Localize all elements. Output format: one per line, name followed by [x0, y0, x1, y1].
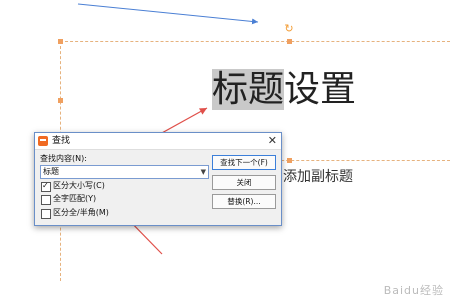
match-case-label: 区分大小写(C) [53, 181, 105, 190]
slide-title[interactable]: 标题设置 [212, 68, 356, 112]
title-rest: 设置 [284, 69, 357, 110]
close-icon[interactable]: ✕ [268, 133, 277, 148]
rotate-handle-icon[interactable]: ↻ [284, 23, 294, 34]
wps-app-icon [38, 136, 48, 146]
dialog-title: 查找 [52, 136, 71, 146]
watermark: Baidu经验 [383, 284, 444, 297]
title-highlight: 标题 [212, 69, 285, 110]
resize-handle-top-left[interactable] [58, 39, 63, 44]
chevron-down-icon[interactable]: ▼ [201, 166, 206, 178]
find-dialog: 查找 ✕ 查找内容(N): 标题 ▼ 区分大小写(C) 全字匹配(Y) 区分全/… [34, 132, 282, 226]
match-case-checkbox[interactable] [41, 181, 51, 192]
dialog-titlebar[interactable]: 查找 ✕ [35, 133, 281, 150]
whole-word-label: 全字匹配(Y) [53, 194, 97, 203]
selection-guide-top [60, 41, 450, 42]
find-input-value: 标题 [43, 167, 59, 176]
find-label: 查找内容(N): [40, 154, 87, 163]
replace-button[interactable]: 替换(R)... [212, 194, 276, 209]
resize-handle-bottom-middle[interactable] [287, 158, 292, 163]
width-label: 区分全/半角(M) [53, 208, 109, 217]
resize-handle-top-middle[interactable] [287, 39, 292, 44]
close-button[interactable]: 关闭 [212, 175, 276, 190]
find-next-button[interactable]: 查找下一个(F) [212, 155, 276, 170]
find-input[interactable]: 标题 ▼ [40, 165, 209, 179]
slide-subtitle[interactable]: 添加副标题 [283, 166, 353, 186]
resize-handle-middle-left[interactable] [58, 98, 63, 103]
width-checkbox[interactable] [41, 209, 51, 219]
whole-word-checkbox[interactable] [41, 195, 51, 205]
